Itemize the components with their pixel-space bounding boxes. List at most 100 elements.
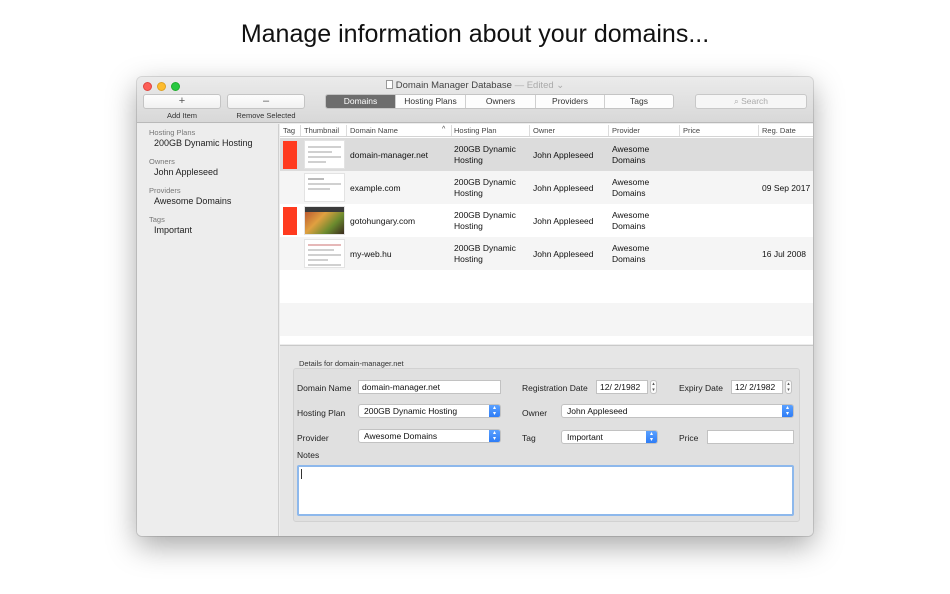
text-caret xyxy=(301,469,302,479)
tab-domains[interactable]: Domains xyxy=(326,95,396,108)
sidebar-item-provider[interactable]: Awesome Domains xyxy=(154,196,231,206)
hosting-plan-label: Hosting Plan xyxy=(297,408,346,418)
column-header-owner[interactable]: Owner xyxy=(533,126,555,135)
cell-domain-name: example.com xyxy=(350,183,401,193)
search-field[interactable]: ⌕ Search xyxy=(695,94,807,109)
plus-icon: + xyxy=(178,95,186,107)
cell-reg-date: 16 Jul 2008 xyxy=(762,249,806,259)
cell-provider: Awesome Domains xyxy=(612,243,650,264)
cell-hosting-plan: 200GB Dynamic Hosting xyxy=(454,177,516,198)
column-header-domain-name[interactable]: Domain Name xyxy=(350,126,398,135)
popup-arrows-icon: ▴ ▾ xyxy=(489,405,500,417)
price-label: Price xyxy=(679,433,699,443)
details-title: Details for domain-manager.net xyxy=(299,359,404,368)
remove-selected-label: Remove Selected xyxy=(236,111,296,120)
window-title-text: Domain Manager Database xyxy=(395,80,512,91)
domain-name-label: Domain Name xyxy=(297,383,352,393)
table-row[interactable]: example.com 200GB Dynamic Hosting John Ap… xyxy=(280,171,813,204)
column-header-tag[interactable]: Tag xyxy=(283,126,295,135)
expiry-date-field[interactable]: 12/ 2/1982 xyxy=(731,380,783,394)
cell-owner: John Appleseed xyxy=(533,216,594,226)
tag-popup[interactable]: Important ▴ ▾ xyxy=(561,430,658,444)
add-item-button[interactable]: + xyxy=(143,94,221,109)
column-header-reg-date[interactable]: Reg. Date xyxy=(762,126,796,135)
empty-row xyxy=(280,270,813,303)
sidebar-item-hosting-plan[interactable]: 200GB Dynamic Hosting xyxy=(154,138,253,148)
thumbnail-image xyxy=(304,206,345,235)
expiry-date-label: Expiry Date xyxy=(679,383,723,393)
sidebar-item-owner[interactable]: John Appleseed xyxy=(154,167,218,177)
tab-tags[interactable]: Tags xyxy=(605,95,673,108)
sidebar: Hosting Plans 200GB Dynamic Hosting Owne… xyxy=(137,124,279,536)
registration-date-label: Registration Date xyxy=(522,383,588,393)
document-icon xyxy=(385,80,393,89)
table-row[interactable]: gotohungary.com 200GB Dynamic Hosting Joh… xyxy=(280,204,813,237)
titlebar: Domain Manager Database — Edited ⌄ + Add… xyxy=(137,77,813,123)
remove-selected-button[interactable]: – xyxy=(227,94,305,109)
empty-row xyxy=(280,303,813,336)
sidebar-heading-providers: Providers xyxy=(149,186,181,195)
page-headline: Manage information about your domains... xyxy=(240,20,710,48)
cell-hosting-plan: 200GB Dynamic Hosting xyxy=(454,144,516,165)
owner-popup[interactable]: John Appleseed ▴ ▾ xyxy=(561,404,794,418)
owner-label: Owner xyxy=(522,408,548,418)
sort-ascending-icon: ^ xyxy=(442,126,446,133)
table-row[interactable]: my-web.hu 200GB Dynamic Hosting John Appl… xyxy=(280,237,813,270)
registration-date-stepper[interactable]: ▴ ▾ xyxy=(650,380,657,394)
cell-reg-date: 09 Sep 2017 xyxy=(762,183,811,193)
cell-domain-name: my-web.hu xyxy=(350,249,392,259)
domain-name-field[interactable]: domain-manager.net xyxy=(358,380,501,394)
minus-icon: – xyxy=(262,95,270,107)
notes-textarea[interactable] xyxy=(297,465,794,516)
details-panel: Details for domain-manager.net Domain Na… xyxy=(280,345,813,536)
cell-domain-name: domain-manager.net xyxy=(350,150,428,160)
tab-providers[interactable]: Providers xyxy=(536,95,605,108)
cell-domain-name: gotohungary.com xyxy=(350,216,416,226)
column-header-provider[interactable]: Provider xyxy=(612,126,640,135)
add-item-label: Add Item xyxy=(166,111,197,120)
app-window: Domain Manager Database — Edited ⌄ + Add… xyxy=(137,77,813,536)
cell-owner: John Appleseed xyxy=(533,249,594,259)
popup-arrows-icon: ▴ ▾ xyxy=(646,431,657,443)
thumbnail-image xyxy=(304,140,345,169)
table-row[interactable]: domain-manager.net 200GB Dynamic Hosting … xyxy=(280,138,813,171)
details-box: Domain Name domain-manager.net Registrat… xyxy=(293,368,800,522)
tab-hosting-plans[interactable]: Hosting Plans xyxy=(396,95,466,108)
expiry-date-stepper[interactable]: ▴ ▾ xyxy=(785,380,792,394)
tag-label: Tag xyxy=(522,433,536,443)
cell-provider: Awesome Domains xyxy=(612,177,650,198)
thumbnail-image xyxy=(304,239,345,268)
hosting-plan-popup[interactable]: 200GB Dynamic Hosting ▴ ▾ xyxy=(358,404,501,418)
cell-provider: Awesome Domains xyxy=(612,210,650,231)
column-header-thumbnail[interactable]: Thumbnail xyxy=(304,126,339,135)
cell-owner: John Appleseed xyxy=(533,183,594,193)
popup-arrows-icon: ▴ ▾ xyxy=(489,430,500,442)
cell-owner: John Appleseed xyxy=(533,150,594,160)
cell-hosting-plan: 200GB Dynamic Hosting xyxy=(454,243,516,264)
provider-label: Provider xyxy=(297,433,329,443)
sidebar-heading-tags: Tags xyxy=(149,215,165,224)
search-placeholder: Search xyxy=(741,96,769,106)
section-tabs: Domains Hosting Plans Owners Providers T… xyxy=(325,94,674,109)
search-icon: ⌕ xyxy=(733,96,739,106)
price-field[interactable] xyxy=(707,430,794,444)
domains-table: Tag Thumbnail Domain Name ^ Hosting Plan… xyxy=(280,124,813,344)
tag-color-swatch xyxy=(283,207,297,235)
edited-indicator[interactable]: — Edited ⌄ xyxy=(515,80,565,91)
sidebar-heading-hosting-plans: Hosting Plans xyxy=(149,128,196,137)
registration-date-field[interactable]: 12/ 2/1982 xyxy=(596,380,648,394)
sidebar-item-tag[interactable]: Important xyxy=(154,225,192,235)
cell-provider: Awesome Domains xyxy=(612,144,650,165)
popup-arrows-icon: ▴ ▾ xyxy=(782,405,793,417)
column-header-price[interactable]: Price xyxy=(683,126,700,135)
provider-popup[interactable]: Awesome Domains ▴ ▾ xyxy=(358,429,501,443)
thumbnail-image xyxy=(304,173,345,202)
tab-owners[interactable]: Owners xyxy=(466,95,536,108)
table-header: Tag Thumbnail Domain Name ^ Hosting Plan… xyxy=(280,124,813,137)
cell-hosting-plan: 200GB Dynamic Hosting xyxy=(454,210,516,231)
window-title: Domain Manager Database — Edited ⌄ xyxy=(137,80,813,91)
chevron-down-icon: ⌄ xyxy=(556,80,565,91)
column-header-hosting-plan[interactable]: Hosting Plan xyxy=(454,126,497,135)
notes-label: Notes xyxy=(297,450,320,460)
sidebar-heading-owners: Owners xyxy=(149,157,175,166)
